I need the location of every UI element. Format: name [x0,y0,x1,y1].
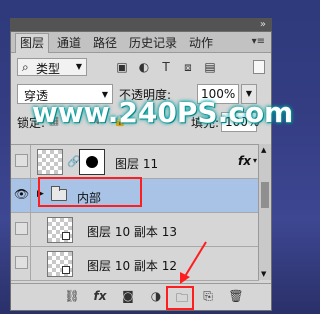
delete-layer-icon[interactable]: 🗑 [225,289,247,303]
filter-icons: ▣ ◐ T ⧈ ▤ [111,60,221,75]
eye-icon: 👁 [14,187,30,201]
fx-icon[interactable]: fx [238,154,251,168]
visibility-off-box [15,222,28,235]
layer-name: 图层 10 副本 13 [87,225,177,239]
layers-panel: 图层 通道 路径 历史记录 动作 ▾≡ ⌕ 类型 ▼ ▣ ◐ T ⧈ ▤ 穿透 ▼ 不透… [10,31,272,311]
visibility-toggle[interactable]: 👁 [11,179,31,212]
tab-channels[interactable]: 通道 [53,34,85,52]
tab-layers[interactable]: 图层 [15,33,50,53]
smart-object-filter-icon[interactable]: ▤ [199,60,221,74]
scroll-down-icon[interactable]: ▼ [261,270,266,278]
layer-name: 图层 10 副本 12 [87,259,177,273]
chevron-down-icon[interactable]: ▾ [253,156,257,165]
new-layer-icon[interactable]: ⎘ [197,289,219,304]
layer-row[interactable]: 图层 10 副本 12 [11,247,259,281]
panel-menu-icon[interactable]: ▾≡ [252,36,265,47]
filter-toggle[interactable] [253,60,265,74]
smart-object-icon [62,232,70,240]
tab-history[interactable]: 历史记录 [125,34,181,52]
smart-object-icon [62,266,70,274]
panel-tabs: 图层 通道 路径 历史记录 动作 ▾≡ [11,32,271,53]
add-mask-icon[interactable]: ◙ [117,289,139,303]
annotation-arrow [180,241,207,284]
tab-paths[interactable]: 路径 [89,34,121,52]
filter-type-label: 类型 [36,62,61,76]
layer-scrollbar[interactable]: ▲ ▼ [258,144,271,280]
filter-row: ⌕ 类型 ▼ ▣ ◐ T ⧈ ▤ [15,56,267,78]
scroll-thumb[interactable] [261,182,269,208]
layer-list: 🔗 图层 11 fx ▾ 👁 ▶ 内部 图层 10 副本 13 图层 10 副本… [11,144,259,281]
type-filter-icon[interactable]: T [155,60,177,74]
collapse-icon[interactable]: » [260,19,266,31]
chevron-down-icon: ▼ [75,62,82,71]
layer-name: 图层 11 [115,157,159,171]
scroll-up-icon[interactable]: ▲ [261,146,266,154]
watermark: www.240PS.com [32,96,294,129]
new-group-highlight-box [166,286,194,310]
layer-thumbnail [47,217,73,243]
layer-row[interactable]: 图层 10 副本 13 [11,213,259,247]
filter-type-select[interactable]: ⌕ 类型 ▼ [17,58,87,76]
new-adjustment-icon[interactable]: ◑ [145,289,167,303]
link-layers-icon[interactable]: ⛓ [61,289,83,303]
tab-actions[interactable]: 动作 [185,34,217,52]
layer-row[interactable]: 🔗 图层 11 fx ▾ [11,145,259,179]
visibility-toggle[interactable] [11,145,31,178]
shape-filter-icon[interactable]: ⧈ [177,60,199,75]
panel-titlebar: » [10,18,272,32]
visibility-off-box [15,154,28,167]
adjustment-filter-icon[interactable]: ◐ [133,60,155,74]
visibility-off-box [15,256,28,269]
group-highlight-box [38,177,142,207]
visibility-toggle[interactable] [11,213,31,246]
visibility-toggle[interactable] [11,247,31,280]
mask-shape [86,156,98,168]
panel-bottom-toolbar: ⛓ fx ◙ ◑ 🗀 ⎘ 🗑 [11,283,271,310]
add-style-icon[interactable]: fx [89,289,111,303]
search-icon: ⌕ [22,60,29,74]
layer-thumbnail [37,149,63,175]
layer-thumbnail [47,251,73,277]
pixel-filter-icon[interactable]: ▣ [111,60,133,74]
layer-mask-thumbnail[interactable] [79,149,105,175]
